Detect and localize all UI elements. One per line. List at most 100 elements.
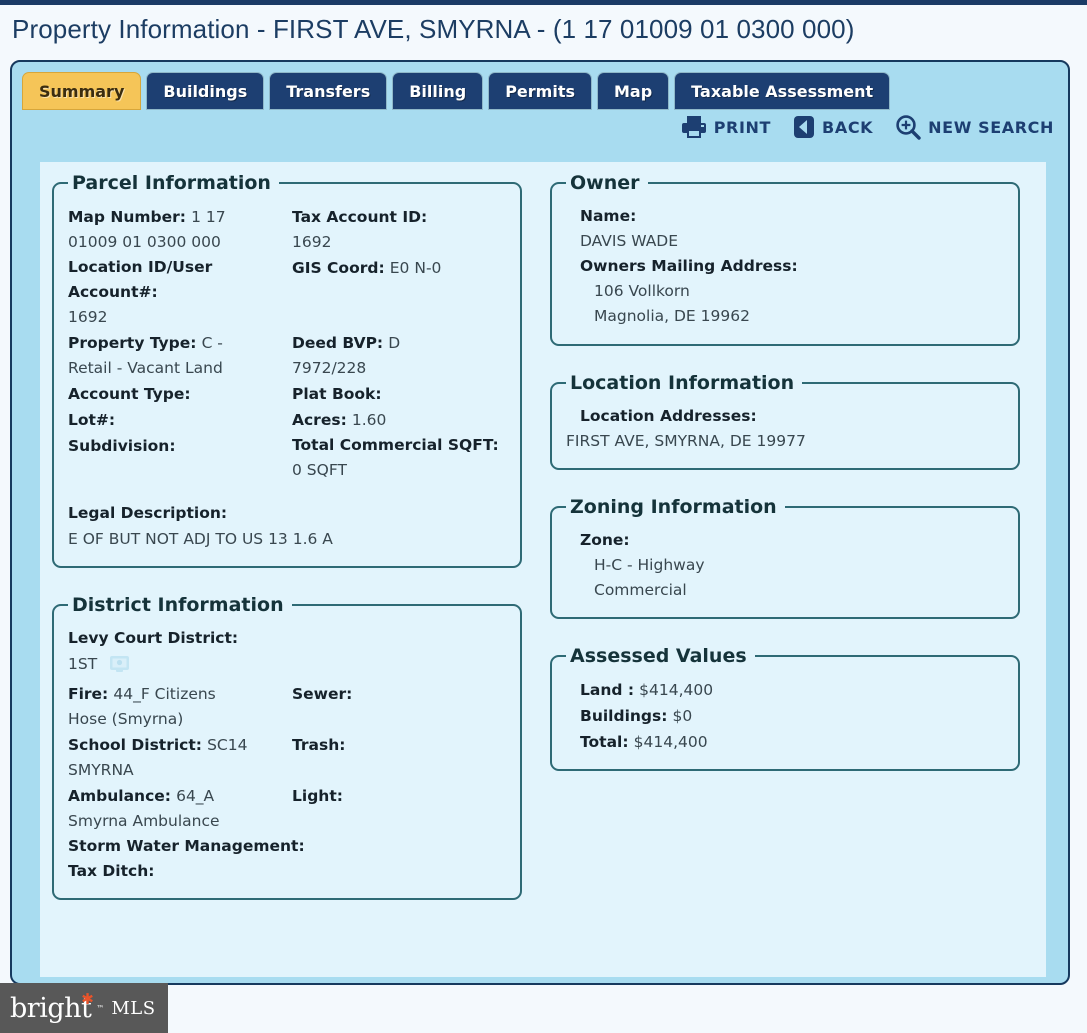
assessed-total-row: Total: $414,400 <box>566 729 1004 755</box>
tab-billing[interactable]: Billing <box>392 72 484 110</box>
school-district-value-2: SMYRNA <box>68 760 134 779</box>
account-type-field: Account Type: <box>68 381 282 407</box>
top-strip <box>0 0 1087 5</box>
property-type-value-2: Retail - Vacant Land <box>68 359 223 378</box>
bright-mls-word-text: bright <box>10 992 92 1024</box>
district-information-panel: District Information Levy Court District… <box>52 593 522 900</box>
page-title: Property Information - FIRST AVE, SMYRNA… <box>12 14 855 44</box>
back-button[interactable]: BACK <box>793 115 873 139</box>
district-information-legend: District Information <box>72 593 284 616</box>
tax-account-id-field: Tax Account ID: 1692 <box>292 204 506 255</box>
ambulance-field: Ambulance: 64_A Smyrna Ambulance <box>68 783 282 834</box>
tab-map[interactable]: Map <box>597 72 670 110</box>
gis-coord-field: GIS Coord: E0 N-0 <box>292 255 506 330</box>
back-arrow-icon <box>793 115 815 139</box>
location-addresses-value: FIRST AVE, SMYRNA, DE 19977 <box>566 431 806 450</box>
magnifier-plus-icon <box>895 114 921 140</box>
zoning-information-panel: Zoning Information Zone: H-C - Highway C… <box>550 495 1020 620</box>
location-information-panel: Location Information Location Addresses:… <box>550 371 1020 470</box>
acres-value: 1.60 <box>351 411 387 430</box>
light-field: Light: <box>292 783 506 834</box>
location-information-legend: Location Information <box>570 371 795 394</box>
new-search-label: NEW SEARCH <box>928 117 1054 137</box>
assessed-land-value: $414,400 <box>639 681 714 700</box>
property-type-field: Property Type: C - Retail - Vacant Land <box>68 330 282 381</box>
zone-label: Zone: <box>580 530 630 549</box>
map-number-value: 1 17 <box>191 208 226 226</box>
deed-bvp-value: D <box>388 334 401 353</box>
total-commercial-sqft-value: 0 SQFT <box>292 461 347 480</box>
tax-ditch-label: Tax Ditch: <box>68 861 155 880</box>
parcel-spacer <box>68 483 506 501</box>
total-commercial-sqft-label: Total Commercial SQFT: <box>292 436 499 455</box>
lot-field: Lot#: <box>68 407 282 433</box>
district-grid: Fire: 44_F Citizens Hose (Smyrna) Sewer: <box>68 681 506 834</box>
owner-name-value: DAVIS WADE <box>580 232 679 251</box>
action-toolbar: PRINT BACK NEW SEARCH <box>681 114 1054 140</box>
bright-mls-tm: ™ <box>96 1003 105 1013</box>
trash-label: Trash: <box>292 735 346 754</box>
school-district-value: SC14 <box>207 735 248 754</box>
owner-mailing-line-2: Magnolia, DE 19962 <box>594 307 750 326</box>
assessed-buildings-value: $0 <box>672 707 693 725</box>
assessed-values-legend: Assessed Values <box>570 645 747 668</box>
deed-bvp-value-2: 7972/228 <box>292 359 367 378</box>
levy-court-value: 1ST <box>68 654 98 673</box>
owner-mailing-label: Owners Mailing Address: <box>580 257 798 276</box>
ambulance-value: 64_A <box>176 786 215 805</box>
tab-taxable-assessment[interactable]: Taxable Assessment <box>674 72 891 110</box>
print-button[interactable]: PRINT <box>681 115 771 139</box>
tab-transfers[interactable]: Transfers <box>269 72 388 110</box>
property-information-page: Property Information - FIRST AVE, SMYRNA… <box>0 0 1087 1033</box>
right-column: Owner Name: DAVIS WADE Owners Mailing Ad… <box>550 172 1020 926</box>
tab-summary[interactable]: Summary <box>22 72 142 110</box>
acres-field: Acres: 1.60 <box>292 407 506 433</box>
property-type-value: C - <box>201 334 223 353</box>
new-search-button[interactable]: NEW SEARCH <box>895 114 1054 140</box>
storm-water-label: Storm Water Management: <box>68 836 305 855</box>
assessed-total-value: $414,400 <box>633 732 708 751</box>
bright-mls-word: bright ✱ <box>10 989 94 1024</box>
tab-buildings[interactable]: Buildings <box>146 72 265 110</box>
image-placeholder-icon[interactable] <box>109 654 130 681</box>
fire-value-2: Hose (Smyrna) <box>68 709 184 728</box>
owner-name-label: Name: <box>580 207 637 225</box>
bright-mls-watermark: bright ✱ ™ MLS <box>0 983 168 1033</box>
summary-content: Parcel Information Map Number: 1 17 0100… <box>40 162 1046 977</box>
subdivision-field: Subdivision: <box>68 433 282 483</box>
print-label: PRINT <box>713 117 772 137</box>
map-number-value-2: 01009 01 0300 000 <box>68 232 221 251</box>
owner-legend: Owner <box>570 172 640 194</box>
fire-field: Fire: 44_F Citizens Hose (Smyrna) <box>68 681 282 732</box>
parcel-information-panel: Parcel Information Map Number: 1 17 0100… <box>52 172 522 568</box>
location-id-value: 1692 <box>68 308 108 327</box>
school-district-label: School District: <box>68 735 202 754</box>
assessed-land-label: Land : <box>580 681 635 700</box>
lot-label: Lot#: <box>68 411 116 430</box>
legal-description-value: E OF BUT NOT ADJ TO US 13 1.6 A <box>68 529 333 548</box>
zone-line-2: Commercial <box>594 580 687 599</box>
levy-court-value-row: 1ST <box>68 651 506 681</box>
tax-account-id-label: Tax Account ID: <box>292 208 428 226</box>
parcel-grid: Map Number: 1 17 01009 01 0300 000 Tax A… <box>68 204 506 483</box>
plat-book-field: Plat Book: <box>292 381 506 407</box>
acres-label: Acres: <box>292 411 347 430</box>
fire-value: 44_F Citizens <box>113 684 216 703</box>
assessed-total-label: Total: <box>580 732 629 751</box>
plat-book-label: Plat Book: <box>292 385 382 404</box>
levy-court-label: Levy Court District: <box>68 628 239 647</box>
assessed-buildings-label: Buildings: <box>580 707 668 725</box>
ambulance-value-2: Smyrna Ambulance <box>68 811 220 830</box>
location-addresses-label: Location Addresses: <box>580 406 757 425</box>
owner-panel: Owner Name: DAVIS WADE Owners Mailing Ad… <box>550 172 1020 346</box>
tab-permits[interactable]: Permits <box>488 72 592 110</box>
tab-bar: Summary Buildings Transfers Billing Perm… <box>22 72 891 110</box>
location-id-label: Location ID/User Account#: <box>68 258 213 302</box>
parcel-information-legend: Parcel Information <box>72 172 271 194</box>
bright-mls-star-icon: ✱ <box>81 989 94 1008</box>
total-commercial-sqft-field: Total Commercial SQFT: 0 SQFT <box>292 433 506 483</box>
printer-icon <box>681 115 707 139</box>
property-card: Summary Buildings Transfers Billing Perm… <box>10 60 1070 985</box>
assessed-values-panel: Assessed Values Land : $414,400 Building… <box>550 645 1020 771</box>
back-label: BACK <box>822 117 874 137</box>
